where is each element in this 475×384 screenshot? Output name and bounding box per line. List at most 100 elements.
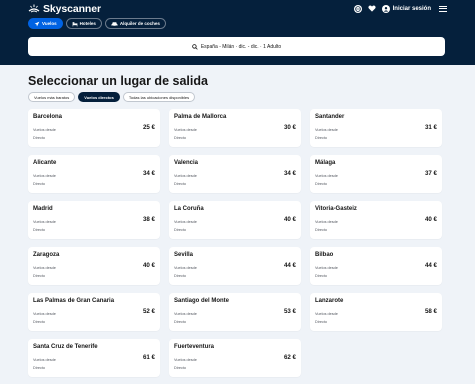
price-caption: Vuelos desde	[33, 220, 56, 224]
price-value: 34 €	[283, 170, 296, 177]
price-value: 58 €	[424, 308, 437, 315]
destination-card[interactable]: Lanzarote Vuelos desde 58 € Directo	[310, 293, 442, 331]
tab-hotels[interactable]: Hoteles	[65, 18, 102, 29]
city-name: La Coruña	[174, 206, 204, 212]
price-caption: Vuelos desde	[315, 220, 338, 224]
destination-card[interactable]: Málaga Vuelos desde 37 € Directo	[310, 155, 442, 193]
price-caption: Vuelos desde	[174, 312, 197, 316]
heart-icon[interactable]	[368, 5, 376, 12]
tab-car-hire-label: Alquiler de coches	[119, 21, 160, 26]
departure-grid: Barcelona Vuelos desde 25 € Directo Palma d…	[28, 109, 445, 377]
flight-type: Directo	[174, 320, 187, 324]
search-summary-bar[interactable]: España - Milán · dic. - dic. · 1 Adulto	[28, 37, 445, 56]
car-icon	[111, 21, 118, 27]
search-summary-text: España - Milán · dic. - dic. · 1 Adulto	[200, 43, 282, 50]
city-name: Lanzarote	[315, 298, 344, 304]
login-button[interactable]: Iniciar sesión	[381, 4, 431, 13]
price-caption: Vuelos desde	[315, 312, 338, 316]
price-caption: Vuelos desde	[33, 266, 56, 270]
filter-chips: Vuelos más baratos Vuelos directos Todas…	[28, 92, 445, 102]
site-header: Skyscanner Iniciar sesión Vuelos Hoteles	[0, 0, 475, 65]
flight-type: Directo	[315, 228, 328, 232]
destination-card[interactable]: Santiago del Monte Vuelos desde 53 € Direct…	[169, 293, 301, 331]
top-right-controls: Iniciar sesión	[353, 4, 447, 13]
city-name: Fuerteventura	[174, 344, 215, 350]
flight-type: Directo	[174, 228, 187, 232]
city-name: Santa Cruz de Tenerife	[33, 344, 98, 350]
price-value: 37 €	[424, 170, 437, 177]
flight-type: Directo	[174, 136, 187, 140]
city-name: Bilbao	[315, 252, 334, 258]
top-bar: Skyscanner Iniciar sesión	[28, 0, 447, 17]
city-name: Zaragoza	[33, 252, 60, 258]
flight-type: Directo	[315, 136, 328, 140]
destination-card[interactable]: Alicante Vuelos desde 34 € Directo	[28, 155, 160, 193]
price-caption: Vuelos desde	[33, 174, 56, 178]
tab-hotels-label: Hoteles	[79, 21, 96, 26]
brand-logo[interactable]: Skyscanner	[28, 3, 101, 15]
destination-card[interactable]: Santa Cruz de Tenerife Vuelos desde 61 € Di…	[28, 339, 160, 377]
city-name: Palma de Mallorca	[174, 114, 227, 120]
tab-flights[interactable]: Vuelos	[28, 18, 63, 29]
search-icon	[192, 43, 198, 50]
filter-all-locations[interactable]: Todas las ubicaciones disponibles	[122, 92, 196, 102]
price-value: 40 €	[424, 216, 437, 223]
price-value: 44 €	[283, 262, 296, 269]
filter-direct[interactable]: Vuelos directos	[78, 92, 120, 102]
price-value: 34 €	[142, 170, 155, 177]
destination-card[interactable]: Sevilla Vuelos desde 44 € Directo	[169, 247, 301, 285]
destination-card[interactable]: Bilbao Vuelos desde 44 € Directo	[310, 247, 442, 285]
price-caption: Vuelos desde	[174, 358, 197, 362]
flight-type: Directo	[174, 274, 187, 278]
price-caption: Vuelos desde	[33, 312, 56, 316]
price-value: 30 €	[283, 124, 296, 131]
price-caption: Vuelos desde	[315, 174, 338, 178]
price-value: 25 €	[142, 124, 155, 131]
price-value: 61 €	[142, 354, 155, 361]
city-name: Valencia	[174, 160, 199, 166]
destination-card[interactable]: Valencia Vuelos desde 34 € Directo	[169, 155, 301, 193]
filter-cheapest[interactable]: Vuelos más baratos	[28, 92, 76, 102]
login-label: Iniciar sesión	[392, 5, 431, 12]
city-name: Madrid	[33, 206, 53, 212]
bed-icon	[72, 21, 77, 26]
city-name: Vitoria-Gasteiz	[315, 206, 357, 212]
destination-card[interactable]: Zaragoza Vuelos desde 40 € Directo	[28, 247, 160, 285]
destination-card[interactable]: Barcelona Vuelos desde 25 € Directo	[28, 109, 160, 147]
destination-card[interactable]: Vitoria-Gasteiz Vuelos desde 40 € Directo	[310, 201, 442, 239]
language-globe-icon[interactable]	[353, 4, 362, 13]
flight-type: Directo	[315, 182, 328, 186]
page-title: Seleccionar un lugar de salida	[28, 74, 208, 88]
flight-type: Directo	[174, 182, 187, 186]
destination-card[interactable]: Santander Vuelos desde 31 € Directo	[310, 109, 442, 147]
flight-type: Directo	[33, 320, 46, 324]
product-tabs: Vuelos Hoteles Alquiler de coches	[28, 18, 447, 29]
city-name: Barcelona	[33, 114, 63, 120]
flight-type: Directo	[33, 366, 46, 370]
price-value: 40 €	[283, 216, 296, 223]
price-caption: Vuelos desde	[174, 128, 197, 132]
price-caption: Vuelos desde	[33, 128, 56, 132]
price-caption: Vuelos desde	[315, 266, 338, 270]
destination-card[interactable]: Fuerteventura Vuelos desde 62 € Directo	[169, 339, 301, 377]
city-name: Las Palmas de Gran Canaria	[33, 298, 115, 304]
tab-car-hire[interactable]: Alquiler de coches	[104, 18, 166, 29]
flight-type: Directo	[33, 228, 46, 232]
destination-card[interactable]: La Coruña Vuelos desde 40 € Directo	[169, 201, 301, 239]
destination-card[interactable]: Palma de Mallorca Vuelos desde 30 € Directo	[169, 109, 301, 147]
flight-type: Directo	[315, 320, 328, 324]
price-value: 52 €	[142, 308, 155, 315]
destination-card[interactable]: Madrid Vuelos desde 38 € Directo	[28, 201, 160, 239]
destination-card[interactable]: Las Palmas de Gran Canaria Vuelos desde 52…	[28, 293, 160, 331]
price-caption: Vuelos desde	[315, 128, 338, 132]
brand-name: Skyscanner	[43, 2, 101, 15]
plane-icon	[34, 21, 40, 26]
city-name: Málaga	[315, 160, 336, 166]
hamburger-menu-icon[interactable]	[439, 5, 447, 12]
flight-type: Directo	[174, 366, 187, 370]
flight-type: Directo	[33, 274, 46, 278]
flight-type: Directo	[33, 182, 46, 186]
user-avatar-icon	[381, 4, 390, 13]
price-value: 38 €	[142, 216, 155, 223]
tab-flights-label: Vuelos	[42, 21, 57, 26]
